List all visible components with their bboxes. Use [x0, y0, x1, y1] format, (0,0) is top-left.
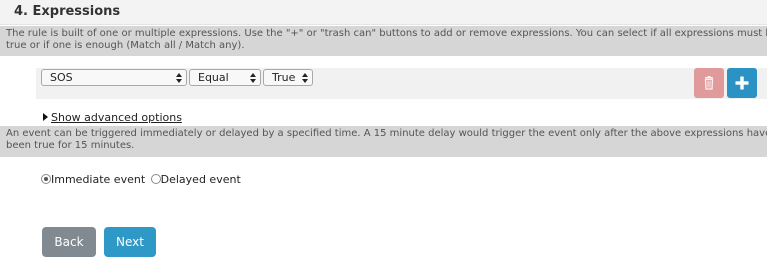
- immediate-event-option[interactable]: Immediate event: [41, 173, 145, 186]
- event-help-text: An event can be triggered immediately or…: [0, 126, 767, 157]
- triangle-right-icon: [43, 113, 48, 121]
- value-select-value: True: [272, 71, 296, 84]
- expressions-help-line-2: true or if one is enough (Match all / Ma…: [6, 40, 245, 51]
- select-arrows-icon: [250, 70, 257, 85]
- operator-select[interactable]: Equal: [189, 69, 261, 86]
- sensor-select[interactable]: SOS: [41, 69, 187, 86]
- delayed-event-option[interactable]: Delayed event: [150, 173, 241, 186]
- delayed-event-label: Delayed event: [160, 173, 241, 186]
- delayed-event-radio[interactable]: [150, 174, 161, 184]
- section-header: 4. Expressions: [0, 0, 767, 25]
- remove-expression-button[interactable]: [694, 68, 724, 98]
- expressions-help-line-1: The rule is built of one or multiple exp…: [6, 28, 767, 39]
- event-help-line-2: been true for 15 minutes.: [6, 140, 135, 151]
- select-arrows-icon: [176, 70, 183, 85]
- event-help-line-1: An event can be triggered immediately or…: [6, 128, 767, 139]
- expression-row: SOS Equal True: [36, 68, 767, 99]
- add-expression-button[interactable]: [727, 68, 757, 98]
- select-arrows-icon: [302, 70, 309, 85]
- trash-icon: [704, 76, 714, 90]
- value-select[interactable]: True: [263, 69, 313, 86]
- sensor-select-value: SOS: [50, 71, 73, 84]
- immediate-event-radio[interactable]: [41, 174, 51, 184]
- rule-wizard-page: 4. Expressions The rule is built of one …: [0, 0, 767, 267]
- expressions-help-text: The rule is built of one or multiple exp…: [0, 26, 767, 56]
- plus-icon: [735, 76, 749, 90]
- operator-select-value: Equal: [198, 71, 229, 84]
- show-advanced-options-label: Show advanced options: [51, 111, 182, 124]
- event-type-radio-group: Immediate event Delayed event: [41, 173, 243, 186]
- section-title: 4. Expressions: [14, 4, 121, 19]
- immediate-event-label: Immediate event: [51, 173, 146, 186]
- next-button[interactable]: Next: [104, 227, 156, 257]
- show-advanced-options-link[interactable]: Show advanced options: [43, 111, 182, 124]
- back-button[interactable]: Back: [42, 227, 96, 257]
